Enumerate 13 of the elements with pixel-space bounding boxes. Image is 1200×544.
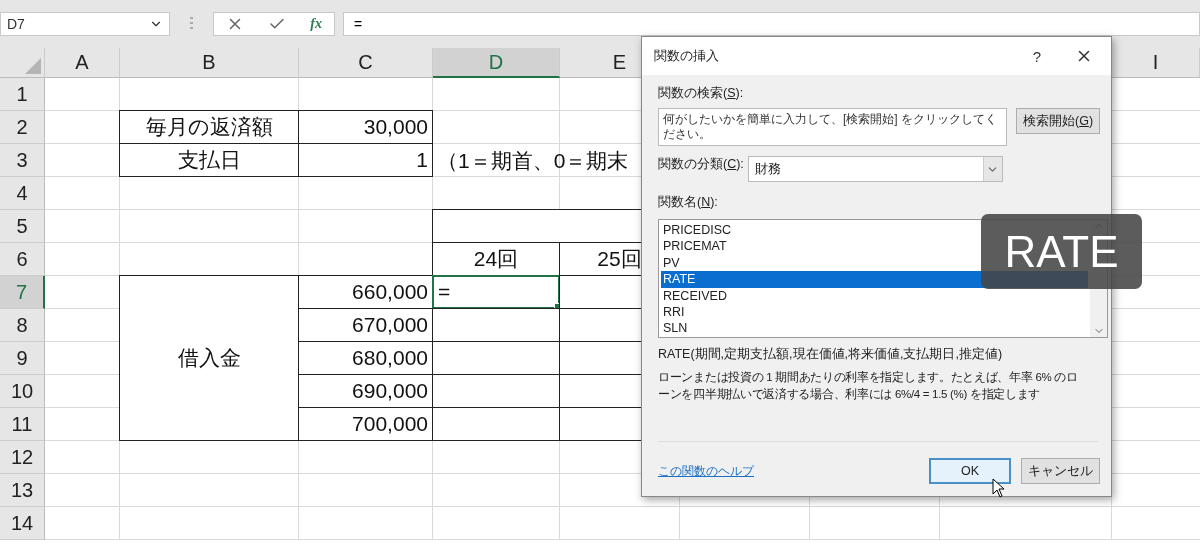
table-cell: 借入金 [119, 275, 299, 441]
table-cell-text: （1＝期首、0＝期末 [436, 147, 630, 174]
field-label: 関数名(N): [658, 194, 718, 211]
table-cell: 30,000 [298, 110, 433, 144]
caption-overlay: RATE [981, 214, 1142, 289]
function-syntax: RATE(期間,定期支払額,現在価値,将来価値,支払期日,推定値) [658, 346, 1003, 363]
field-label: 関数の分類(C): [658, 156, 744, 173]
table-cell: = [432, 275, 560, 309]
table-cell: 1 [298, 143, 433, 177]
table-cell: 毎月の返済額 [119, 110, 299, 144]
function-description: ローンまたは投資の 1 期間あたりの利率を指定します。たとえば、年率 6% のローンを四半期払いで返済する場合、利率には 6%/4 = 1.5 (%) を指定します [658, 370, 1079, 402]
field-label: 関数の検索(S): [658, 85, 744, 102]
table-cell: 支払日 [119, 143, 299, 177]
